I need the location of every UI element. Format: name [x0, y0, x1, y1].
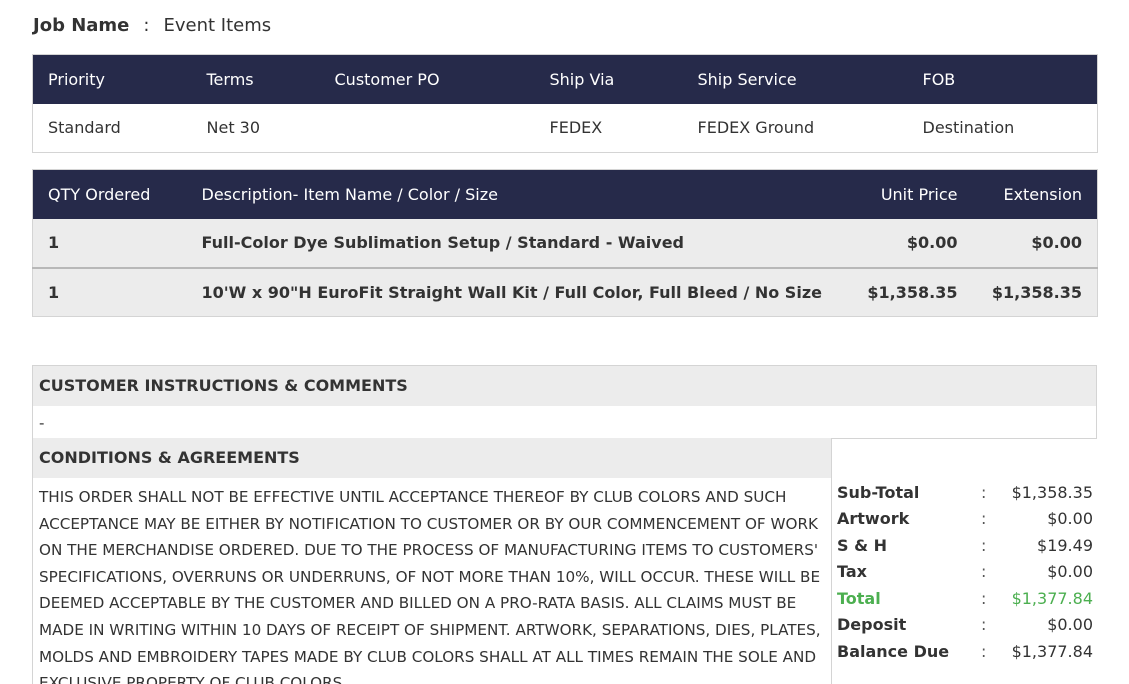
instructions-panel: CUSTOMER INSTRUCTIONS & COMMENTS - CONDI…	[32, 365, 1097, 684]
table-row: 1 10'W x 90"H EuroFit Straight Wall Kit …	[32, 267, 1098, 317]
totals-row-subtotal: Sub-Total: $1,358.35	[837, 483, 1093, 502]
header-qty-ordered: QTY Ordered	[32, 169, 187, 219]
header-ship-via: Ship Via	[534, 54, 683, 104]
value-ship-via: FEDEX	[534, 103, 683, 153]
totals-row-deposit: Deposit: $0.00	[837, 615, 1093, 634]
header-priority: Priority	[32, 54, 192, 104]
customer-instructions-body: -	[39, 414, 45, 432]
order-document: Job Name: Event Items Priority Terms Cust…	[0, 0, 1129, 684]
item-qty: 1	[32, 267, 187, 317]
item-qty: 1	[32, 218, 187, 269]
totals-row-total: Total: $1,377.84	[837, 589, 1093, 608]
header-terms: Terms	[191, 54, 320, 104]
value-terms: Net 30	[191, 103, 320, 153]
totals-row-artwork: Artwork: $0.00	[837, 509, 1093, 528]
customer-instructions-heading: CUSTOMER INSTRUCTIONS & COMMENTS	[33, 366, 1096, 406]
totals-row-balance-due: Balance Due: $1,377.84	[837, 642, 1093, 661]
header-customer-po: Customer PO	[319, 54, 535, 104]
items-header-row: QTY Ordered Description- Item Name / Col…	[32, 169, 1098, 219]
job-name-value: Event Items	[163, 15, 272, 36]
item-extension: $0.00	[972, 218, 1098, 269]
header-ship-service: Ship Service	[682, 54, 908, 104]
table-row: 1 Full-Color Dye Sublimation Setup / Sta…	[32, 218, 1098, 269]
job-name-colon: :	[143, 15, 150, 36]
value-ship-service: FEDEX Ground	[682, 103, 908, 153]
totals-summary: Sub-Total: $1,358.35 Artwork: $0.00 S & H:…	[831, 438, 1097, 684]
line-items-table: QTY Ordered Description- Item Name / Col…	[32, 169, 1098, 317]
value-fob: Destination	[907, 103, 1098, 153]
value-customer-po	[319, 103, 535, 153]
job-name-line: Job Name: Event Items	[33, 14, 271, 38]
conditions-heading: CONDITIONS & AGREEMENTS	[33, 438, 831, 478]
order-info-table: Priority Terms Customer PO Ship Via Ship…	[32, 54, 1098, 153]
item-description: 10'W x 90"H EuroFit Straight Wall Kit / …	[186, 267, 828, 317]
header-fob: FOB	[907, 54, 1098, 104]
order-info-header-row: Priority Terms Customer PO Ship Via Ship…	[32, 54, 1098, 104]
header-unit-price: Unit Price	[827, 169, 973, 219]
value-priority: Standard	[32, 103, 192, 153]
job-name-label: Job Name	[33, 15, 130, 36]
item-unit-price: $1,358.35	[827, 267, 973, 317]
order-info-values-row: Standard Net 30 FEDEX FEDEX Ground Desti…	[32, 103, 1098, 153]
totals-row-shipping: S & H: $19.49	[837, 536, 1093, 555]
header-description: Description- Item Name / Color / Size	[186, 169, 828, 219]
item-extension: $1,358.35	[972, 267, 1098, 317]
conditions-text: THIS ORDER SHALL NOT BE EFFECTIVE UNTIL …	[39, 488, 821, 684]
header-extension: Extension	[972, 169, 1098, 219]
totals-row-tax: Tax: $0.00	[837, 562, 1093, 581]
item-description: Full-Color Dye Sublimation Setup / Stand…	[186, 218, 828, 269]
item-unit-price: $0.00	[827, 218, 973, 269]
